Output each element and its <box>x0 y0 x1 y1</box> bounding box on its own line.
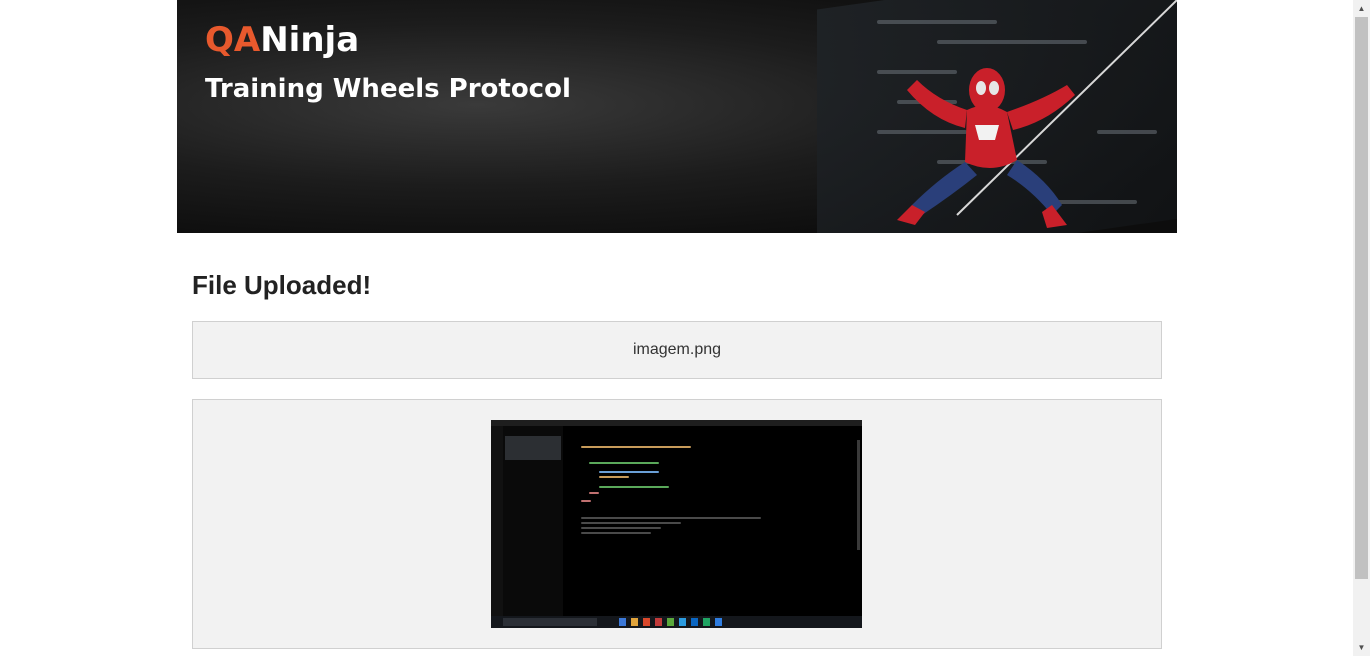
preview-sidebar <box>503 426 563 616</box>
preview-taskbar-icon <box>703 618 710 626</box>
page-title: File Uploaded! <box>192 270 372 300</box>
preview-taskbar-icon <box>667 618 674 626</box>
preview-code-line <box>589 462 659 464</box>
preview-sidebar-selection <box>505 436 561 460</box>
uploaded-file-panel: imagem.png <box>192 321 1162 379</box>
preview-code-line <box>599 471 659 473</box>
preview-taskbar-icon <box>679 618 686 626</box>
preview-taskbar-icon <box>691 618 698 626</box>
scroll-up-arrow-icon[interactable]: ▲ <box>1353 0 1370 17</box>
preview-scrollbar <box>857 440 860 550</box>
preview-taskbar-icon <box>619 618 626 626</box>
preview-activity-bar <box>491 426 503 616</box>
preview-code-line <box>581 517 761 519</box>
page-scrollbar[interactable]: ▲ ▼ <box>1353 0 1370 656</box>
preview-code-line <box>581 500 591 502</box>
preview-code-line <box>589 492 599 494</box>
preview-code-line <box>581 532 651 534</box>
preview-taskbar-icon <box>655 618 662 626</box>
uploaded-file-name: imagem.png <box>632 341 722 358</box>
preview-code-line <box>599 486 669 488</box>
preview-code-line <box>599 476 629 478</box>
preview-taskbar-icon <box>631 618 638 626</box>
image-preview-panel <box>192 399 1162 649</box>
preview-code-line <box>581 522 681 524</box>
preview-taskbar-search <box>503 618 597 626</box>
uploaded-image-preview <box>491 420 862 628</box>
preview-taskbar-icon <box>643 618 650 626</box>
preview-code-line <box>581 527 661 529</box>
scroll-down-arrow-icon[interactable]: ▼ <box>1353 639 1370 656</box>
superhero-illustration <box>897 68 1075 228</box>
scroll-thumb[interactable] <box>1355 17 1368 579</box>
preview-taskbar-icon <box>715 618 722 626</box>
page: QANinja Training Wheels Protocol File Up… <box>0 0 1370 656</box>
header-banner: QANinja Training Wheels Protocol <box>177 0 1177 233</box>
preview-code-line <box>581 446 691 448</box>
